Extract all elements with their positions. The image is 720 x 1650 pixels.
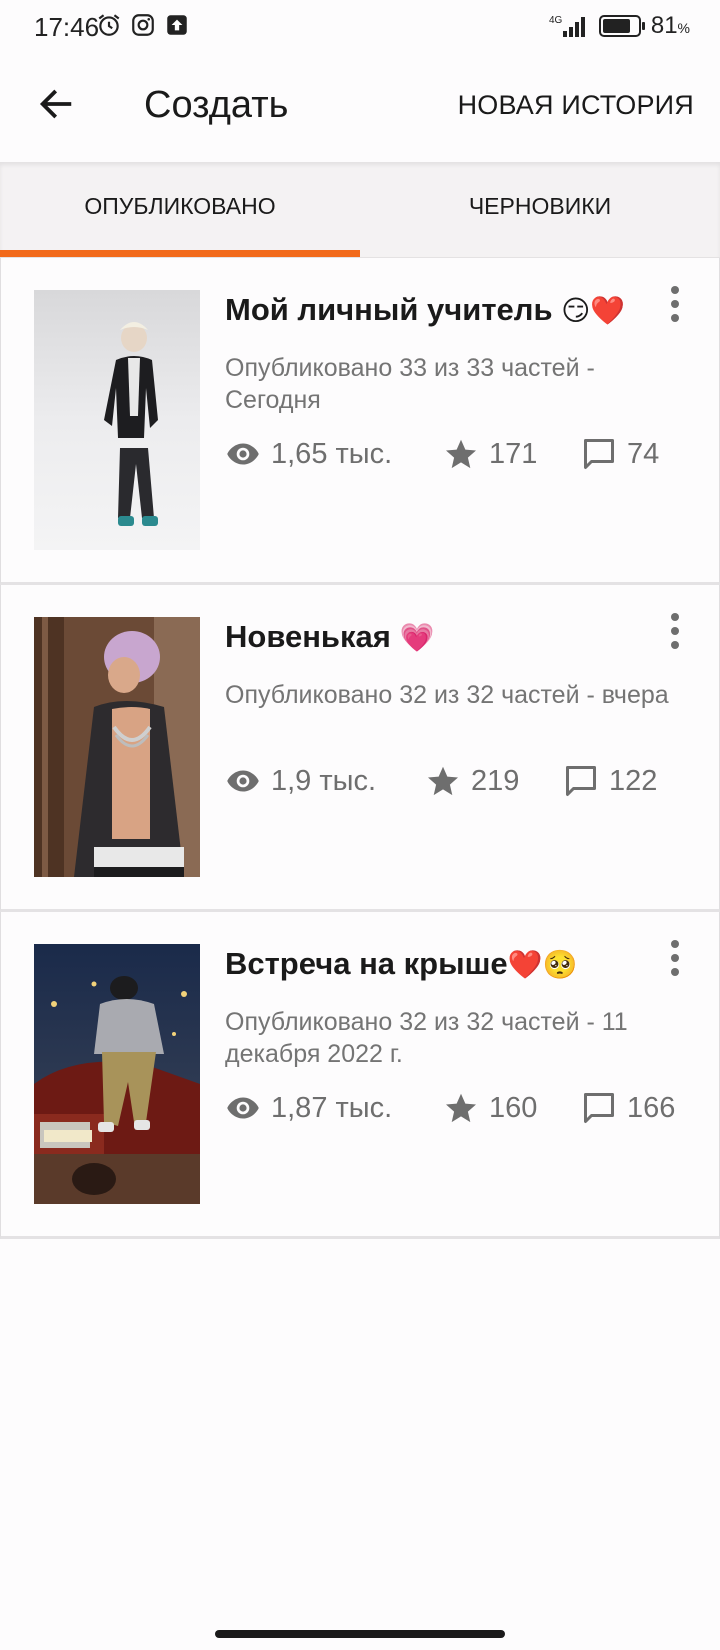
story-cover-image[interactable] bbox=[34, 944, 200, 1204]
votes-stat: 171 bbox=[443, 436, 537, 472]
comment-icon bbox=[566, 766, 596, 796]
votes-stat: 219 bbox=[425, 763, 519, 799]
comments-count: 166 bbox=[627, 1091, 676, 1124]
votes-count: 160 bbox=[489, 1091, 538, 1124]
instagram-icon bbox=[132, 14, 154, 36]
new-story-button[interactable]: НОВАЯ ИСТОРИЯ bbox=[458, 90, 694, 121]
comments-stat: 74 bbox=[581, 436, 659, 472]
status-bar: 17:46 4G 81% bbox=[0, 0, 720, 54]
cover-photo-2 bbox=[34, 617, 200, 877]
app-bar: Создать НОВАЯ ИСТОРИЯ bbox=[0, 54, 720, 162]
comments-count: 74 bbox=[627, 437, 660, 470]
alarm-icon bbox=[98, 14, 120, 36]
votes-count: 171 bbox=[489, 437, 538, 470]
story-publish-info: Опубликовано 32 из 32 частей - вчера bbox=[225, 681, 669, 709]
story-card[interactable]: Мой личный учитель 😏❤️ Опубликовано 33 и… bbox=[0, 258, 720, 585]
comment-icon bbox=[584, 1093, 614, 1123]
star-icon bbox=[428, 766, 458, 796]
comments-stat: 166 bbox=[581, 1090, 675, 1126]
upload-icon bbox=[167, 15, 187, 35]
views-count: 1,87 тыс. bbox=[271, 1091, 393, 1124]
cover-photo-1 bbox=[34, 290, 200, 550]
tab-bar: ОПУБЛИКОВАНО ЧЕРНОВИКИ bbox=[0, 162, 720, 258]
more-options-icon[interactable] bbox=[665, 940, 685, 984]
story-title[interactable]: Новенькая 💗 bbox=[225, 619, 434, 655]
more-options-icon[interactable] bbox=[665, 286, 685, 330]
comments-count: 122 bbox=[609, 764, 658, 797]
status-right: 4G 81% bbox=[549, 12, 690, 40]
views-count: 1,9 тыс. bbox=[271, 764, 377, 797]
story-stats: 1,87 тыс. 160 166 bbox=[225, 1090, 705, 1130]
story-card[interactable]: Новенькая 💗 Опубликовано 32 из 32 частей… bbox=[0, 585, 720, 912]
views-stat: 1,9 тыс. bbox=[225, 763, 376, 799]
eye-icon bbox=[227, 443, 259, 465]
story-publish-info: Опубликовано 33 из 33 частей - Сегодня bbox=[225, 354, 595, 414]
story-publish-info: Опубликовано 32 из 32 частей - 11 декабр… bbox=[225, 1008, 628, 1068]
active-tab-indicator bbox=[0, 250, 360, 257]
status-time: 17:46 bbox=[34, 12, 100, 42]
back-arrow-icon[interactable] bbox=[36, 84, 76, 124]
views-stat: 1,87 тыс. bbox=[225, 1090, 392, 1126]
eye-icon bbox=[227, 1097, 259, 1119]
cover-photo-3 bbox=[34, 944, 200, 1204]
battery-icon bbox=[598, 15, 645, 37]
eye-icon bbox=[227, 770, 259, 792]
home-indicator[interactable] bbox=[215, 1630, 505, 1638]
star-icon bbox=[446, 1093, 476, 1123]
story-title[interactable]: Мой личный учитель 😏❤️ bbox=[225, 292, 625, 328]
signal-icon: 4G bbox=[549, 15, 585, 37]
tab-drafts[interactable]: ЧЕРНОВИКИ bbox=[360, 162, 720, 258]
story-list: Мой личный учитель 😏❤️ Опубликовано 33 и… bbox=[0, 258, 720, 1239]
svg-text:4G: 4G bbox=[549, 15, 563, 26]
story-stats: 1,9 тыс. 219 122 bbox=[225, 763, 705, 803]
views-stat: 1,65 тыс. bbox=[225, 436, 392, 472]
battery-level: 81% bbox=[650, 12, 690, 39]
star-icon bbox=[446, 439, 476, 469]
story-stats: 1,65 тыс. 171 74 bbox=[225, 436, 705, 476]
views-count: 1,65 тыс. bbox=[271, 437, 393, 470]
votes-count: 219 bbox=[471, 764, 520, 797]
page-title: Создать bbox=[144, 84, 289, 126]
story-title[interactable]: Встреча на крыше❤️🥺 bbox=[225, 946, 577, 982]
story-card[interactable]: Встреча на крыше❤️🥺 Опубликовано 32 из 3… bbox=[0, 912, 720, 1239]
comments-stat: 122 bbox=[563, 763, 657, 799]
comment-icon bbox=[584, 439, 614, 469]
story-cover-image[interactable] bbox=[34, 617, 200, 877]
tab-published[interactable]: ОПУБЛИКОВАНО bbox=[0, 162, 360, 258]
story-cover-image[interactable] bbox=[34, 290, 200, 550]
more-options-icon[interactable] bbox=[665, 613, 685, 657]
votes-stat: 160 bbox=[443, 1090, 537, 1126]
